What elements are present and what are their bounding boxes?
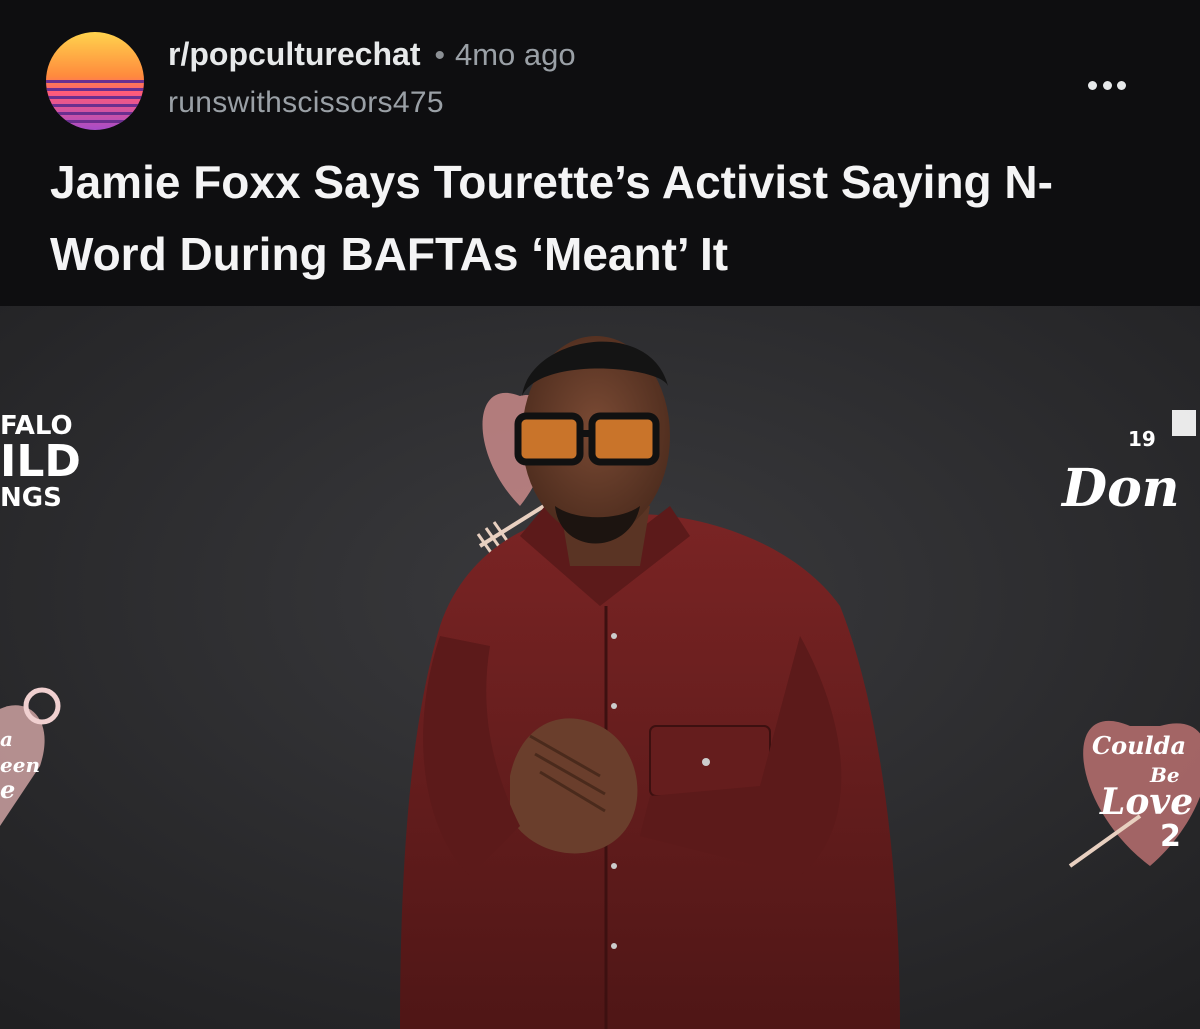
svg-text:een: een xyxy=(0,753,40,777)
red-carpet-photo: FALO ILD NGS a een e 19 Don Coulda Be Lo… xyxy=(0,306,1200,1029)
subreddit-name[interactable]: r/popculturechat xyxy=(168,36,420,73)
svg-text:2: 2 xyxy=(1160,819,1181,854)
svg-text:a: a xyxy=(0,727,13,751)
post-title[interactable]: Jamie Foxx Says Tourette’s Activist Sayi… xyxy=(50,146,1160,290)
svg-text:ILD: ILD xyxy=(0,436,81,487)
svg-text:Coulda: Coulda xyxy=(1092,731,1186,760)
meta-separator: • xyxy=(434,39,445,72)
svg-text:19: 19 xyxy=(1128,427,1156,451)
more-options-button[interactable] xyxy=(1082,70,1132,100)
svg-text:Don: Don xyxy=(1060,458,1180,519)
svg-text:Love: Love xyxy=(1099,781,1193,823)
post-header: r/popculturechat • 4mo ago runswithsciss… xyxy=(0,0,1200,306)
post-image[interactable]: FALO ILD NGS a een e 19 Don Coulda Be Lo… xyxy=(0,306,1200,1029)
svg-text:NGS: NGS xyxy=(0,483,62,513)
subreddit-avatar[interactable] xyxy=(46,32,144,130)
author-username[interactable]: runswithscissors475 xyxy=(168,86,444,120)
sunset-avatar-icon xyxy=(46,32,144,130)
more-horizontal-icon xyxy=(1088,80,1126,90)
post-meta: r/popculturechat • 4mo ago xyxy=(168,36,576,78)
svg-text:e: e xyxy=(0,775,15,804)
post-age: 4mo ago xyxy=(454,37,576,72)
